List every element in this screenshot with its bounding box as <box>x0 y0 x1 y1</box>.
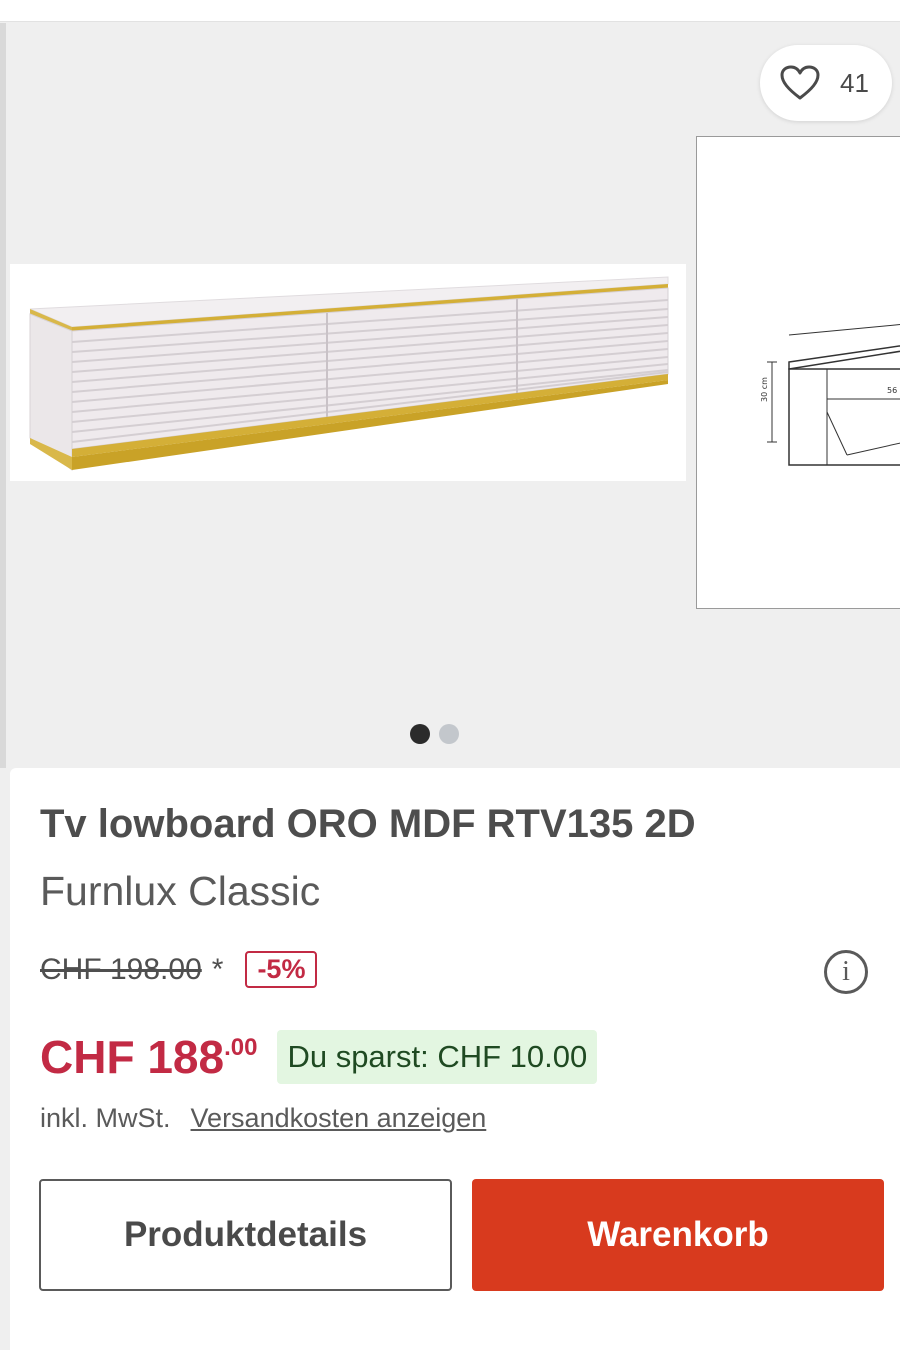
product-image-drawing[interactable]: 30 cm 56 cm <box>696 136 900 609</box>
favorite-button[interactable]: 41 <box>760 45 892 121</box>
pagination-dot-1[interactable] <box>410 724 430 744</box>
price-footnote-marker: * <box>211 952 224 986</box>
image-gallery[interactable]: 30 cm 56 cm 41 <box>0 23 900 768</box>
drawing-label-height: 30 cm <box>760 377 769 402</box>
product-details-button[interactable]: Produktdetails <box>39 1179 452 1291</box>
product-brand: Furnlux Classic <box>40 868 321 914</box>
gallery-pagination <box>410 724 459 744</box>
info-icon[interactable]: i <box>824 950 868 994</box>
drawing-label-depth: 56 cm <box>887 386 900 395</box>
pagination-dot-2[interactable] <box>439 724 459 744</box>
discount-badge: -5% <box>245 951 318 988</box>
top-bar <box>0 0 900 22</box>
current-price: CHF 188.00 <box>40 1030 257 1084</box>
gallery-edge <box>0 23 6 768</box>
price-cents: .00 <box>224 1034 258 1061</box>
tv-lowboard-illustration <box>29 276 669 472</box>
tax-row: inkl. MwSt. Versandkosten anzeigen <box>40 1103 486 1134</box>
dimension-drawing: 30 cm 56 cm <box>760 324 900 466</box>
price-row: CHF 188.00 Du sparst: CHF 10.00 <box>40 1030 598 1084</box>
product-image-front[interactable] <box>10 264 686 481</box>
old-price-row: CHF 198.00 * -5% <box>40 951 318 988</box>
tax-note: inkl. MwSt. <box>40 1103 171 1133</box>
heart-icon <box>780 65 820 100</box>
add-to-cart-button[interactable]: Warenkorb <box>472 1179 884 1291</box>
savings-badge: Du sparst: CHF 10.00 <box>277 1030 598 1084</box>
price-main: CHF 188 <box>40 1031 225 1083</box>
product-info-card: Tv lowboard ORO MDF RTV135 2D Furnlux Cl… <box>10 768 900 1350</box>
product-title: Tv lowboard ORO MDF RTV135 2D <box>40 802 696 846</box>
old-price: CHF 198.00 <box>40 952 202 986</box>
shipping-costs-link[interactable]: Versandkosten anzeigen <box>191 1103 487 1134</box>
favorite-count: 41 <box>840 67 869 98</box>
